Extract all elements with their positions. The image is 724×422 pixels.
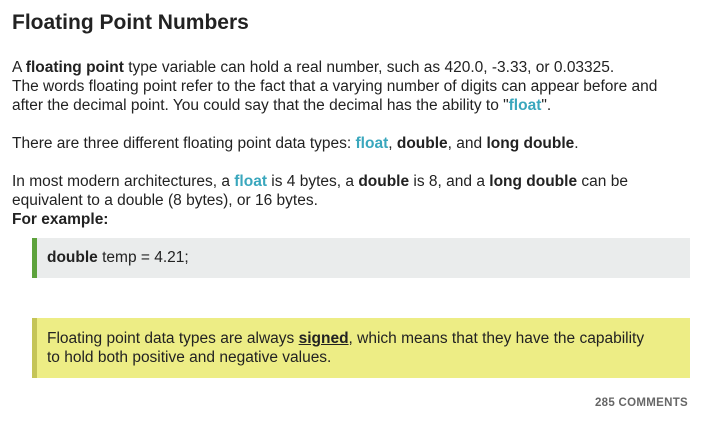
paragraph-definition-line-1: A floating point type variable can hold … xyxy=(12,58,614,77)
text-segment: , and xyxy=(447,135,487,152)
code-text: temp = 4.21; xyxy=(97,249,189,266)
for-example-label: For example: xyxy=(12,210,108,229)
page-title: Floating Point Numbers xyxy=(12,11,249,34)
bold-term-floating-point: floating point xyxy=(25,59,124,76)
text-segment: There are three different floating point… xyxy=(12,135,356,152)
comments-link[interactable]: 285 COMMENTS xyxy=(595,397,688,409)
text-segment: ". xyxy=(541,97,552,114)
keyword-float: float xyxy=(355,135,389,152)
text-segment: , which means that they have the capabil… xyxy=(348,330,645,347)
note-line-1: Floating point data types are always sig… xyxy=(47,329,644,348)
code-keyword-double: double xyxy=(47,249,98,266)
text-segment: In most modern architectures, a xyxy=(12,173,235,190)
bold-term-double: double xyxy=(358,173,410,190)
text-segment: . xyxy=(574,135,579,152)
keyword-float: float xyxy=(508,97,542,114)
text-segment: is 8, and a xyxy=(409,173,490,190)
note-callout: Floating point data types are always sig… xyxy=(32,318,690,378)
note-line-2: to hold both positive and negative value… xyxy=(47,349,332,366)
bold-term-double: double xyxy=(396,135,448,152)
text-segment: A xyxy=(12,59,26,76)
text-segment: Floating point data types are always xyxy=(47,330,299,347)
term-signed: signed xyxy=(298,330,349,347)
paragraph-sizes-line-1: In most modern architectures, a float is… xyxy=(12,172,628,191)
text-segment: , xyxy=(388,135,397,152)
text-segment: type variable can hold a real number, su… xyxy=(123,59,615,76)
paragraph-definition-line-2: The words floating point refer to the fa… xyxy=(12,78,658,95)
paragraph-definition-line-3: after the decimal point. You could say t… xyxy=(12,96,551,115)
bold-term-long-double: long double xyxy=(489,173,578,190)
paragraph-data-types: There are three different floating point… xyxy=(12,134,579,153)
paragraph-sizes-line-2: equivalent to a double (8 bytes), or 16 … xyxy=(12,192,318,209)
bold-label: For example: xyxy=(12,211,109,228)
code-line: double temp = 4.21; xyxy=(47,248,189,267)
code-example-box: double temp = 4.21; xyxy=(32,238,690,278)
text-segment: after the decimal point. You could say t… xyxy=(12,97,509,114)
text-segment: is 4 bytes, a xyxy=(266,173,359,190)
keyword-float: float xyxy=(234,173,267,190)
text-segment: can be xyxy=(577,173,628,190)
bold-term-long-double: long double xyxy=(486,135,575,152)
